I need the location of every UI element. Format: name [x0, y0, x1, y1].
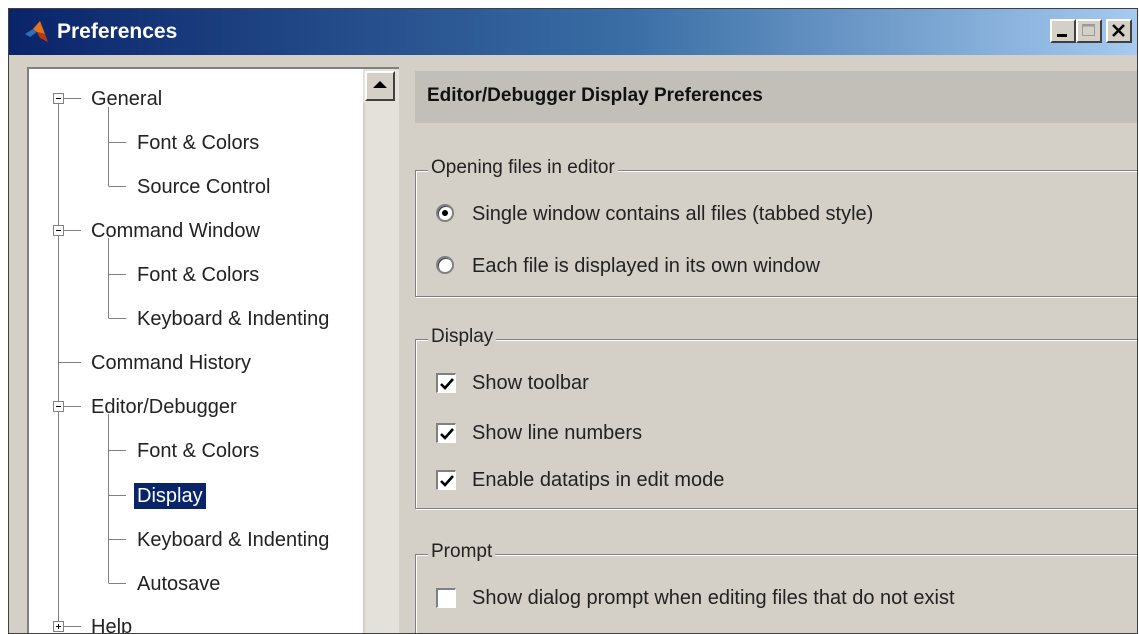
tree-node-general[interactable]: General	[91, 86, 162, 112]
tree-node-label: General	[91, 88, 163, 110]
checkmark-icon	[440, 378, 454, 390]
tree-node-editor-debugger[interactable]: Editor/Debugger	[91, 394, 237, 420]
tree-node-general-font-colors[interactable]: Font & Colors	[137, 130, 259, 156]
radio-single-window[interactable]: Single window contains all files (tabbed…	[436, 201, 996, 227]
checkbox-show-toolbar[interactable]: Show toolbar	[436, 370, 736, 396]
title-bar[interactable]: Preferences	[9, 9, 1137, 55]
radio-label: Single window contains all files (tabbed…	[472, 203, 874, 225]
tree-node-editor-font-colors[interactable]: Font & Colors	[137, 438, 259, 464]
checkmark-icon	[440, 475, 454, 487]
preferences-content: Editor/Debugger Display Preferences Open…	[407, 67, 1137, 633]
scroll-up-button[interactable]	[365, 71, 395, 101]
prompt-group: Prompt Show dialog prompt when editing f…	[415, 541, 1137, 633]
tree-node-label: Font & Colors	[137, 264, 260, 286]
group-legend: Opening files in editor	[428, 157, 618, 179]
checkbox[interactable]	[436, 470, 456, 490]
group-legend: Prompt	[428, 541, 496, 563]
radio-button[interactable]	[436, 256, 454, 274]
tree-node-label: Editor/Debugger	[91, 396, 237, 418]
matlab-logo-icon	[25, 21, 48, 42]
tree-node-label: Font & Colors	[137, 132, 260, 154]
tree-node-editor-keyboard[interactable]: Keyboard & Indenting	[137, 527, 329, 553]
tree-node-label: Display	[137, 485, 203, 507]
panel-title: Editor/Debugger Display Preferences	[427, 85, 763, 106]
checkbox-show-dialog-prompt[interactable]: Show dialog prompt when editing files th…	[436, 585, 1096, 611]
maximize-icon	[1082, 24, 1095, 36]
tree-node-label: Font & Colors	[137, 440, 260, 462]
checkbox-show-line-numbers[interactable]: Show line numbers	[436, 420, 736, 446]
tree-scrollbar[interactable]	[363, 69, 399, 633]
close-button[interactable]	[1106, 19, 1132, 43]
preferences-tree[interactable]: General Font & Colors Source Control Com…	[27, 67, 399, 634]
checkbox[interactable]	[436, 373, 456, 393]
arrow-up-icon	[373, 81, 387, 88]
tree-node-display[interactable]: Display	[134, 483, 206, 509]
maximize-button[interactable]	[1076, 19, 1102, 43]
tree-node-label: Keyboard & Indenting	[137, 529, 330, 551]
checkbox-label: Show dialog prompt when editing files th…	[472, 587, 955, 609]
radio-each-file-window[interactable]: Each file is displayed in its own window	[436, 253, 956, 279]
tree-node-source-control[interactable]: Source Control	[137, 174, 270, 200]
close-icon	[1112, 24, 1125, 37]
scroll-track[interactable]	[363, 103, 365, 633]
radio-label: Each file is displayed in its own window	[472, 255, 820, 277]
checkbox-enable-datatips[interactable]: Enable datatips in edit mode	[436, 467, 816, 493]
checkmark-icon	[440, 428, 454, 440]
tree-node-autosave[interactable]: Autosave	[137, 571, 220, 597]
minimize-button[interactable]	[1050, 19, 1076, 43]
tree-node-label: Autosave	[137, 573, 221, 595]
tree-node-command-window[interactable]: Command Window	[91, 218, 260, 244]
tree-node-command-window-font-colors[interactable]: Font & Colors	[137, 262, 259, 288]
tree-node-label: Source Control	[137, 176, 271, 198]
display-group: Display Show toolbar Show line numbers E…	[415, 326, 1137, 509]
tree-node-command-history[interactable]: Command History	[91, 350, 251, 376]
preferences-window: Preferences General Font & Colors Source…	[8, 8, 1138, 634]
checkbox-label: Show line numbers	[472, 422, 643, 444]
minimize-icon	[1057, 34, 1067, 37]
radio-button[interactable]	[436, 204, 454, 222]
checkbox[interactable]	[436, 423, 456, 443]
tree-node-label: Help	[91, 616, 133, 634]
checkbox[interactable]	[436, 588, 456, 608]
window-title: Preferences	[57, 20, 178, 43]
checkbox-label: Enable datatips in edit mode	[472, 469, 725, 491]
group-legend: Display	[428, 326, 497, 348]
radio-selected-dot	[442, 210, 448, 216]
opening-files-group: Opening files in editor Single window co…	[415, 157, 1137, 297]
tree-node-label: Command History	[91, 352, 252, 374]
checkbox-label: Show toolbar	[472, 372, 589, 394]
tree-node-label: Keyboard & Indenting	[137, 308, 330, 330]
tree-node-command-window-keyboard[interactable]: Keyboard & Indenting	[137, 306, 329, 332]
tree-node-help[interactable]: Help	[91, 614, 133, 634]
panel-header: Editor/Debugger Display Preferences	[415, 71, 1137, 123]
tree-node-label: Command Window	[91, 220, 260, 242]
